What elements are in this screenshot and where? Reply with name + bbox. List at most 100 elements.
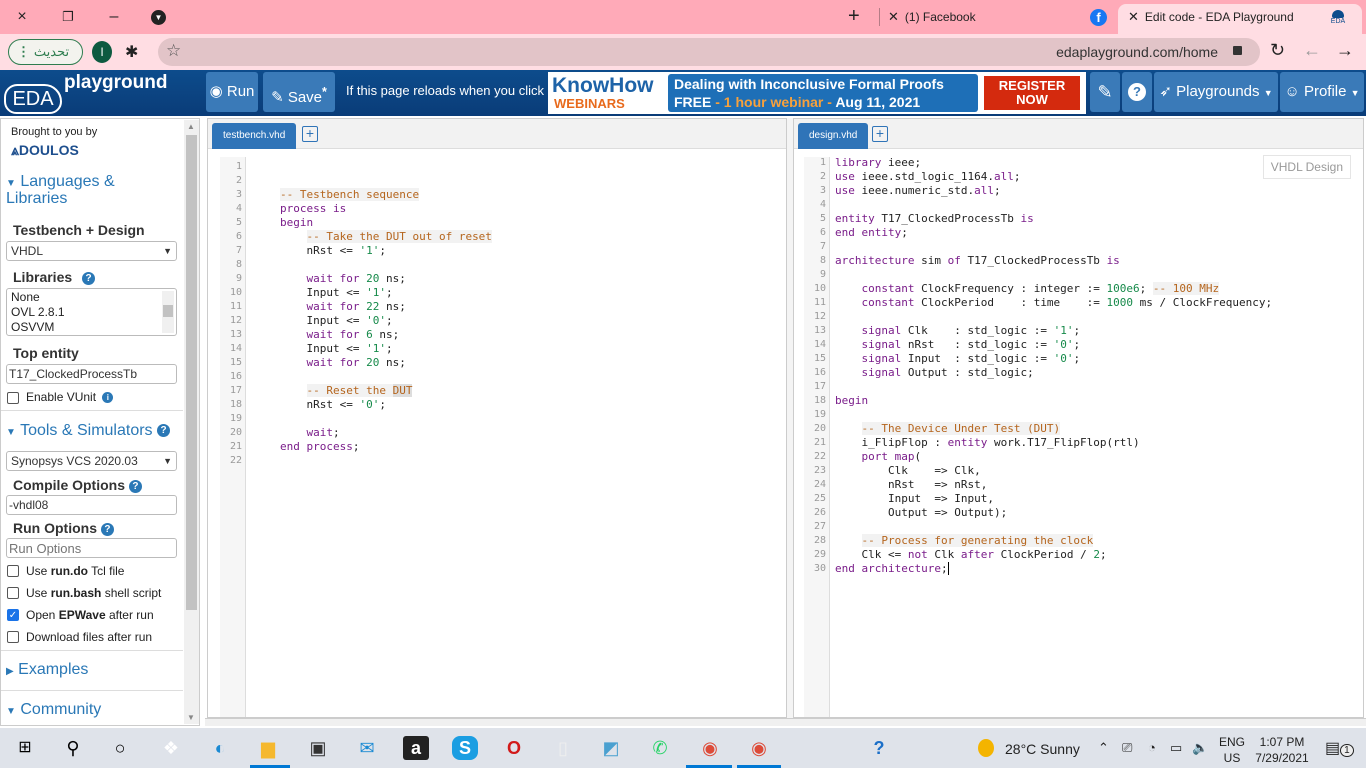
run-button[interactable]: ◉ Run (206, 72, 258, 112)
close-tab-icon[interactable]: ✕ (1128, 9, 1139, 24)
line-numbers: 1 2 3 4 5 6 7 8 9 10 11 12 13 14 15 16 17 18 19 20 21 22 23 24 2… (813, 157, 826, 574)
scroll-down-icon[interactable]: ▼ (187, 713, 195, 722)
dropbox-icon[interactable]: ❖ (158, 736, 184, 760)
run-options-input[interactable] (6, 538, 177, 558)
library-option[interactable]: None (11, 290, 40, 304)
wifi-icon[interactable]: ◔ (1148, 740, 1156, 755)
bottom-resize-bar[interactable] (205, 718, 1366, 726)
edge-icon[interactable]: ◐ (207, 736, 233, 760)
browser-tab-bar: × ❐ – ▼ + ✕ (1) Facebook f ✕ Edit code - E… (0, 0, 1366, 34)
restore-window-button[interactable]: ❐ (55, 6, 81, 28)
chrome-profile-1-icon[interactable]: ◉ (697, 736, 723, 760)
sidebar-scroll-thumb[interactable] (186, 135, 197, 610)
help-icon[interactable]: ? (157, 424, 171, 438)
simulator-select[interactable]: Synopsys VCS 2020.03 ▼ (6, 451, 177, 471)
info-icon[interactable]: i (102, 392, 114, 404)
profile-avatar[interactable]: I (92, 41, 112, 63)
close-window-button[interactable]: × (9, 6, 35, 28)
tab-search-icon[interactable]: ▼ (151, 10, 166, 25)
chrome-profile-2-icon[interactable]: ◉ (746, 736, 772, 760)
extensions-icon[interactable]: ✱ (125, 42, 138, 62)
playgrounds-menu[interactable]: ➶ Playgrounds ▼ (1154, 72, 1278, 112)
tab-facebook[interactable]: ✕ (1) Facebook f (888, 4, 1118, 34)
enable-vunit-checkbox[interactable] (7, 392, 19, 404)
library-option[interactable]: OVL 2.8.1 (11, 305, 65, 319)
tab-design-file[interactable]: design.vhd (798, 123, 869, 149)
amazon-icon[interactable]: a (403, 736, 429, 760)
triangle-down-icon: ▼ (6, 178, 16, 189)
help-alert-icon[interactable]: ? (866, 736, 892, 760)
whatsapp-icon[interactable]: ✆ (647, 736, 673, 760)
clock[interactable]: 1:07 PM 7/29/2021 (1254, 734, 1310, 766)
testbench-code-editor[interactable]: -- Testbench sequence process is begin -… (280, 160, 492, 454)
profile-menu[interactable]: ☺ Profile ▼ (1280, 72, 1364, 112)
help-icon[interactable]: ? (100, 522, 114, 536)
minimize-icon: – (109, 8, 119, 25)
pencil-icon: ✎ (271, 89, 284, 106)
triangle-down-icon: ▼ (6, 706, 16, 717)
volume-icon[interactable]: 🔈 (1192, 740, 1208, 756)
add-file-button[interactable]: + (302, 126, 318, 142)
windows-start-icon[interactable]: ⊞ (12, 736, 38, 760)
brought-by-label: Brought to you by (11, 126, 98, 138)
bookmark-star-icon[interactable]: ☆ (166, 41, 181, 61)
address-bar[interactable]: ☆ edaplayground.com/home (158, 38, 1260, 66)
tab-testbench-file[interactable]: testbench.vhd (212, 123, 297, 149)
weather-widget[interactable]: 28°C Sunny (1005, 741, 1080, 757)
download-files-checkbox[interactable] (7, 631, 19, 643)
languages-section-toggle[interactable]: ▼ Languages & (6, 173, 115, 191)
notifications-icon[interactable]: ▤ 1 (1325, 738, 1354, 758)
language-select[interactable]: VHDL ▼ (6, 241, 177, 261)
battery-icon[interactable]: ▭ (1170, 740, 1182, 756)
forward-icon[interactable]: → (1336, 40, 1354, 61)
listbox-scrollbar[interactable] (162, 291, 174, 333)
close-tab-icon[interactable]: ✕ (888, 9, 899, 24)
use-run-bash-checkbox[interactable] (7, 587, 19, 599)
reload-icon[interactable]: ↻ (1270, 40, 1285, 61)
compile-options-input[interactable]: -vhdl08 (6, 495, 177, 515)
help-button[interactable]: ? (1122, 72, 1152, 112)
library-option[interactable]: OSVVM (11, 320, 54, 334)
back-icon[interactable]: ← (1303, 40, 1321, 61)
community-section-toggle[interactable]: ▼ Community (6, 701, 101, 719)
top-entity-label: Top entity (13, 345, 79, 361)
edit-button[interactable]: ✎ (1090, 72, 1120, 112)
lock-icon[interactable] (1233, 46, 1242, 55)
update-browser-button[interactable]: ⋮ تحديث (8, 39, 83, 65)
blank-document-icon[interactable]: ▯ (550, 736, 576, 760)
input-language[interactable]: ENG US (1219, 734, 1245, 766)
divider (1, 690, 183, 691)
search-icon[interactable]: ⚲ (60, 736, 86, 760)
open-epwave-checkbox[interactable]: ✓ (7, 609, 19, 621)
eda-logo[interactable]: EDA (4, 76, 62, 114)
chevron-up-icon[interactable]: ⌃ (1098, 740, 1109, 756)
use-run-bash-label: Use run.bash shell script (26, 586, 162, 600)
cortana-icon[interactable]: ○ (107, 736, 133, 760)
tools-section-toggle[interactable]: ▼ Tools & Simulators ? (6, 422, 171, 440)
add-file-button[interactable]: + (872, 126, 888, 142)
tab-divider (879, 8, 880, 26)
save-button[interactable]: ✎ Save* (263, 72, 335, 112)
design-code-editor[interactable]: library ieee; use ieee.std_logic_1164.al… (835, 156, 1272, 576)
file-explorer-icon[interactable]: ▆ (255, 736, 281, 760)
register-now-button[interactable]: REGISTER NOW (984, 76, 1080, 110)
run-options-label: Run Options ? (13, 520, 114, 536)
libraries-listbox[interactable]: None OVL 2.8.1 OSVVM (6, 288, 177, 336)
top-entity-input[interactable]: T17_ClockedProcessTb (6, 364, 177, 384)
meet-now-icon[interactable]: ⎚ (1122, 740, 1132, 756)
opera-icon[interactable]: O (501, 736, 527, 760)
examples-section-toggle[interactable]: ▶ Examples (6, 661, 88, 679)
store-icon[interactable]: ▣ (305, 736, 331, 760)
scroll-up-icon[interactable]: ▲ (187, 122, 195, 131)
doulos-logo[interactable]: ⩓DOULOS (11, 142, 79, 159)
webinar-banner[interactable]: KnowHow WEBINARS Dealing with Inconclusi… (548, 72, 1086, 114)
skype-icon[interactable]: S (452, 736, 478, 760)
tab-eda-playground[interactable]: ✕ Edit code - EDA Playground EDA (1118, 4, 1362, 34)
minimize-window-button[interactable]: – (101, 6, 127, 28)
use-run-do-checkbox[interactable] (7, 565, 19, 577)
new-tab-button[interactable]: + (848, 5, 860, 28)
help-icon[interactable]: ? (128, 479, 142, 493)
notepad-icon[interactable]: ◩ (598, 736, 624, 760)
help-icon[interactable]: ? (82, 271, 96, 285)
mail-icon[interactable]: ✉ (354, 736, 380, 760)
